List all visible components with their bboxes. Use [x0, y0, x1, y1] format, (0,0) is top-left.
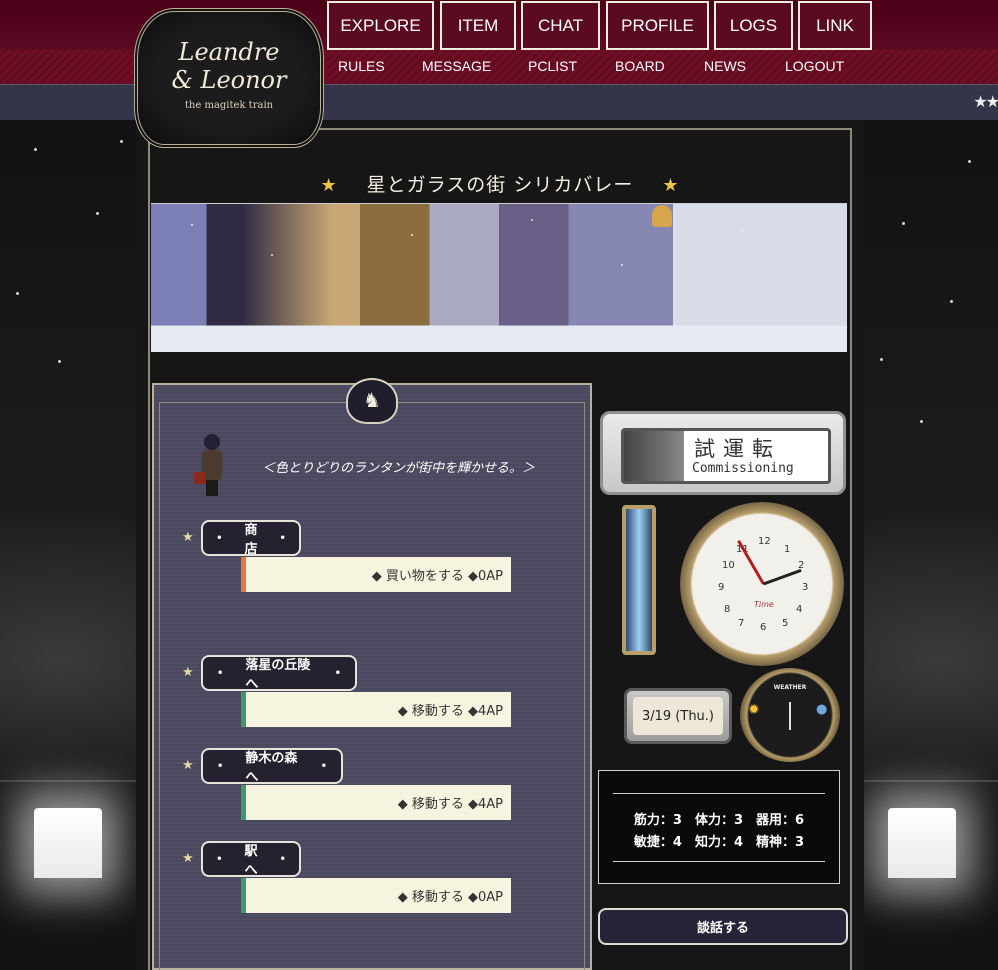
location-title-wrap: ★ 星とガラスの街 シリカバレー ★ — [300, 170, 700, 197]
action-move-station-button[interactable]: ◆ 移動する ◆0AP — [241, 878, 511, 913]
date-text: 3/19 (Thu.) — [633, 697, 723, 735]
nav-rules[interactable]: RULES — [338, 58, 385, 74]
date-display: 3/19 (Thu.) — [624, 688, 732, 744]
location-title: 星とガラスの街 シリカバレー — [366, 174, 634, 196]
sign-jp-text: 試運転 — [694, 437, 781, 461]
nav-link[interactable]: LINK — [798, 1, 872, 50]
nav-logs[interactable]: LOGS — [714, 1, 793, 50]
action-move-hills-button[interactable]: ◆ 移動する ◆4AP — [241, 692, 511, 727]
destination-sign: 試運転 Commissioning — [600, 411, 846, 495]
nav-item[interactable]: ITEM — [440, 1, 516, 50]
spot-label-shop: • 商店 • — [201, 520, 301, 557]
spot-label-text: 落星の丘陵へ — [245, 658, 311, 692]
spot-label-hills: • 落星の丘陵へ • — [201, 655, 357, 692]
nav-chat[interactable]: CHAT — [521, 1, 600, 50]
star-icon: ★ — [182, 530, 194, 545]
logo-line1: Leandre — [178, 38, 280, 66]
location-flavor-text: ＜色とりどりのランタンが街中を輝かせる。＞ — [262, 461, 536, 476]
logo-subtitle: the magitek train — [184, 100, 274, 111]
nav-profile[interactable]: PROFILE — [606, 1, 709, 50]
spot-label-text: 駅へ — [244, 844, 258, 878]
nav-news[interactable]: NEWS — [704, 58, 746, 74]
crest-icon: ♞ — [346, 378, 398, 424]
bell-icon — [652, 205, 672, 227]
location-banner-image — [151, 203, 847, 352]
gold-star-icon: ★ — [320, 175, 338, 196]
nav-pclist[interactable]: PCLIST — [528, 58, 577, 74]
site-logo[interactable]: Leandre & Leonor the magitek train — [134, 8, 324, 148]
clock-icon: 12 1 2 3 4 5 6 7 8 9 10 11 Time — [680, 502, 844, 666]
sun-icon: ✹ — [748, 702, 760, 718]
nav-explore[interactable]: EXPLORE — [327, 1, 434, 50]
spot-label-station: • 駅へ • — [201, 841, 301, 878]
character-avatar[interactable] — [192, 432, 232, 496]
nav-message[interactable]: MESSAGE — [422, 58, 491, 74]
nav-board[interactable]: BOARD — [615, 58, 665, 74]
stats-panel: 筋力：3 体力：3 器用：6 敏捷：4 知力：4 精神：3 — [598, 770, 840, 884]
clock-label: Time — [754, 600, 774, 609]
spot-label-forest: • 静木の森へ • — [201, 748, 343, 785]
stats-row-1: 筋力：3 体力：3 器用：6 — [633, 813, 805, 828]
action-move-forest-button[interactable]: ◆ 移動する ◆4AP — [241, 785, 511, 820]
raindrop-icon: ● — [816, 702, 828, 717]
spot-label-text: 商店 — [244, 523, 258, 557]
ticker-stars: ★★ — [973, 92, 998, 111]
action-shop-button[interactable]: ◆ 買い物をする ◆0AP — [241, 557, 511, 592]
star-icon: ★ — [182, 758, 194, 773]
spot-label-text: 静木の森へ — [245, 751, 298, 785]
weather-label: WEATHER — [773, 684, 807, 691]
gold-star-icon: ★ — [662, 175, 680, 196]
glass-tube-gauge — [622, 505, 656, 655]
star-icon: ★ — [182, 851, 194, 866]
right-lamp — [888, 808, 956, 878]
talk-button[interactable]: 談話する — [598, 908, 848, 945]
sign-en-text: Commissioning — [692, 461, 794, 476]
weather-needle — [789, 702, 791, 730]
logo-line2: & Leonor — [171, 66, 287, 94]
stats-row-2: 敏捷：4 知力：4 精神：3 — [633, 835, 805, 850]
weather-gauge: WEATHER ✹ ● — [740, 668, 840, 762]
nav-logout[interactable]: LOGOUT — [785, 58, 844, 74]
left-lamp — [34, 808, 102, 878]
star-icon: ★ — [182, 665, 194, 680]
